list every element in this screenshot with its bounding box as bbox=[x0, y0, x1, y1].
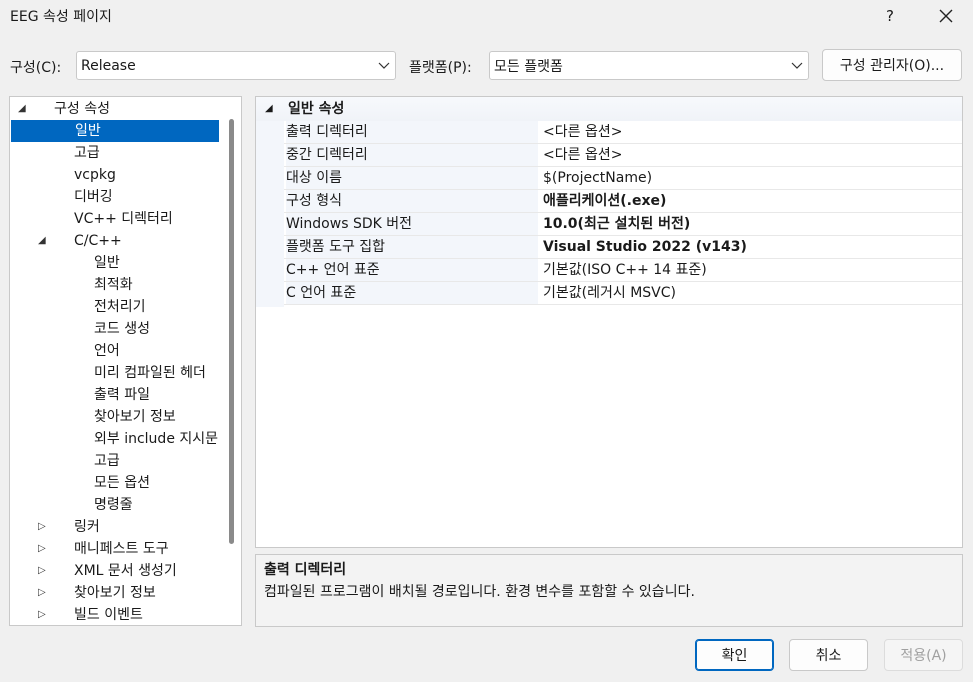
tree-item[interactable]: 일반 bbox=[11, 120, 219, 142]
config-dropdown-value: Release bbox=[81, 57, 136, 74]
tree-item[interactable]: vcpkg bbox=[74, 164, 116, 186]
collapsed-triangle-icon[interactable]: ▷ bbox=[38, 582, 46, 604]
tree-item[interactable]: C/C++ bbox=[74, 230, 122, 252]
property-row[interactable]: C 언어 표준 기본값(레거시 MSVC) bbox=[284, 282, 962, 305]
property-row[interactable]: C++ 언어 표준 기본값(ISO C++ 14 표준) bbox=[284, 259, 962, 282]
tree-item[interactable]: 찾아보기 정보 bbox=[74, 582, 156, 604]
property-value[interactable]: 기본값(레거시 MSVC) bbox=[543, 282, 676, 304]
property-name: 대상 이름 bbox=[286, 167, 538, 189]
tree-item[interactable]: 빌드 이벤트 bbox=[74, 604, 143, 626]
collapsed-triangle-icon[interactable]: ▷ bbox=[38, 604, 46, 626]
tree-item[interactable]: 전처리기 bbox=[94, 296, 146, 318]
tree-item[interactable]: 코드 생성 bbox=[94, 318, 150, 340]
platform-dropdown[interactable]: 모든 플랫폼 bbox=[489, 51, 809, 80]
tree-item[interactable]: 외부 include 지시문 bbox=[94, 428, 218, 450]
platform-dropdown-value: 모든 플랫폼 bbox=[494, 58, 563, 75]
property-row[interactable]: 구성 형식 애플리케이션(.exe) bbox=[284, 190, 962, 213]
description-text: 컴파일된 프로그램이 배치될 경로입니다. 환경 변수를 포함할 수 있습니다. bbox=[264, 584, 695, 600]
property-name: 구성 형식 bbox=[286, 190, 538, 212]
collapsed-triangle-icon[interactable]: ▷ bbox=[38, 516, 46, 538]
grid-section-title: 일반 속성 bbox=[288, 101, 345, 117]
close-button[interactable] bbox=[930, 2, 962, 30]
tree-item[interactable]: 링커 bbox=[74, 516, 100, 538]
grid-section-header[interactable]: ◢ 일반 속성 bbox=[256, 97, 962, 121]
window-title: EEG 속성 페이지 bbox=[10, 9, 112, 25]
tree-item[interactable]: 최적화 bbox=[94, 274, 133, 296]
expanded-triangle-icon[interactable]: ◢ bbox=[18, 98, 26, 120]
tree-item[interactable]: XML 문서 생성기 bbox=[74, 560, 177, 582]
property-tree[interactable]: 빌드 이벤트 찾아보기 정보 XML 문서 생성기 매니페스트 도구 링커 명령줄 모든 옵… bbox=[9, 96, 242, 626]
tree-item[interactable]: 매니페스트 도구 bbox=[74, 538, 169, 560]
property-value[interactable]: 애플리케이션(.exe) bbox=[543, 190, 666, 212]
tree-item[interactable]: 디버깅 bbox=[74, 186, 113, 208]
property-value[interactable]: 10.0(최근 설치된 버전) bbox=[543, 213, 690, 235]
tree-item[interactable]: 모든 옵션 bbox=[94, 472, 150, 494]
property-name: 플랫폼 도구 집합 bbox=[286, 236, 538, 258]
config-dropdown[interactable]: Release bbox=[76, 51, 396, 80]
property-name: 출력 디렉터리 bbox=[286, 121, 538, 143]
description-panel: 출력 디렉터리 컴파일된 프로그램이 배치될 경로입니다. 환경 변수를 포함할… bbox=[255, 554, 963, 627]
config-manager-button[interactable]: 구성 관리자(O)... bbox=[822, 49, 962, 81]
property-row[interactable]: 플랫폼 도구 집합 Visual Studio 2022 (v143) bbox=[284, 236, 962, 259]
help-button[interactable]: ? bbox=[878, 2, 902, 30]
property-value[interactable]: $(ProjectName) bbox=[543, 167, 652, 189]
tree-item[interactable]: VC++ 디렉터리 bbox=[74, 208, 173, 230]
description-title: 출력 디렉터리 bbox=[264, 562, 347, 578]
property-value[interactable]: Visual Studio 2022 (v143) bbox=[543, 236, 747, 258]
tree-item[interactable]: 출력 파일 bbox=[94, 384, 150, 406]
property-row[interactable]: 중간 디렉터리 <다른 옵션> bbox=[284, 144, 962, 167]
tree-item[interactable]: 구성 속성 bbox=[54, 98, 110, 120]
tree-item[interactable]: 찾아보기 정보 bbox=[94, 406, 176, 428]
property-row[interactable]: 대상 이름 $(ProjectName) bbox=[284, 167, 962, 190]
property-grid[interactable]: ◢ 일반 속성 출력 디렉터리 <다른 옵션> 중간 디렉터리 <다른 옵션> 대상 이… bbox=[255, 96, 963, 548]
tree-item[interactable]: 언어 bbox=[94, 340, 120, 362]
tree-item[interactable]: 일반 bbox=[94, 252, 120, 274]
property-name: C++ 언어 표준 bbox=[286, 259, 538, 281]
ok-button[interactable]: 확인 bbox=[695, 639, 774, 671]
tree-item[interactable]: 명령줄 bbox=[94, 494, 133, 516]
config-label: 구성(C): bbox=[10, 60, 62, 76]
cancel-button[interactable]: 취소 bbox=[789, 639, 868, 671]
expanded-triangle-icon[interactable]: ◢ bbox=[38, 230, 46, 252]
apply-button[interactable]: 적용(A) bbox=[884, 639, 963, 671]
property-name: C 언어 표준 bbox=[286, 282, 538, 304]
collapsed-triangle-icon[interactable]: ▷ bbox=[38, 538, 46, 560]
property-value[interactable]: <다른 옵션> bbox=[543, 121, 622, 143]
grid-gutter bbox=[256, 121, 284, 307]
expanded-triangle-icon[interactable]: ◢ bbox=[265, 97, 273, 121]
property-value[interactable]: 기본값(ISO C++ 14 표준) bbox=[543, 259, 707, 281]
property-name: 중간 디렉터리 bbox=[286, 144, 538, 166]
collapsed-triangle-icon[interactable]: ▷ bbox=[38, 560, 46, 582]
tree-item[interactable]: 고급 bbox=[74, 142, 100, 164]
property-row[interactable]: 출력 디렉터리 <다른 옵션> bbox=[284, 121, 962, 144]
close-icon bbox=[939, 9, 953, 23]
chevron-down-icon bbox=[786, 62, 808, 70]
tree-item[interactable]: 고급 bbox=[94, 450, 120, 472]
tree-scrollbar-thumb[interactable] bbox=[229, 119, 234, 544]
platform-label: 플랫폼(P): bbox=[409, 60, 472, 76]
property-row[interactable]: Windows SDK 버전 10.0(최근 설치된 버전) bbox=[284, 213, 962, 236]
tree-item[interactable]: 미리 컴파일된 헤더 bbox=[94, 362, 206, 384]
property-value[interactable]: <다른 옵션> bbox=[543, 144, 622, 166]
property-name: Windows SDK 버전 bbox=[286, 213, 538, 235]
chevron-down-icon bbox=[373, 62, 395, 70]
